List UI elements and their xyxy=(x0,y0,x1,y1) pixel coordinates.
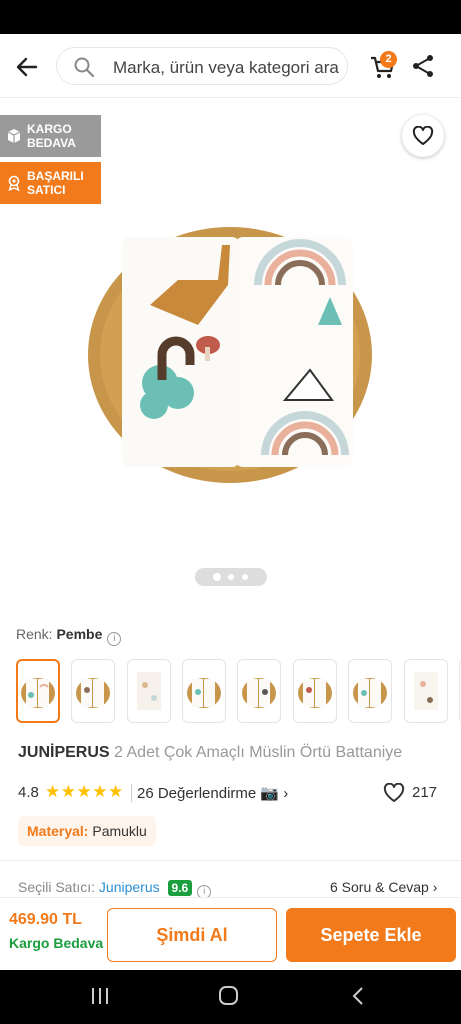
color-thumbnail[interactable] xyxy=(71,659,115,723)
chevron-right-icon: › xyxy=(432,879,438,895)
buy-now-button[interactable]: Şimdi Al xyxy=(107,908,277,962)
qa-label: 6 Soru & Cevap xyxy=(330,879,429,895)
seller-score-badge: 9.6 xyxy=(167,880,193,896)
award-icon xyxy=(8,175,20,191)
search-input[interactable]: Marka, ürün veya kategori ara xyxy=(56,47,348,85)
section-divider xyxy=(0,860,461,861)
color-selector-label: Renk: Pembe i xyxy=(16,626,122,646)
share-icon xyxy=(413,55,433,77)
color-thumbnail[interactable] xyxy=(182,659,226,723)
seller-label: Seçili Satıcı: xyxy=(18,879,96,895)
home-icon[interactable] xyxy=(218,986,240,1006)
color-thumbnails xyxy=(16,658,461,724)
seller-name[interactable]: Juniperus xyxy=(99,879,160,895)
info-icon[interactable]: i xyxy=(107,632,122,646)
reviews-link[interactable]: 26 Değerlendirme 📷 › xyxy=(137,784,288,802)
product-title: JUNİPERUS 2 Adet Çok Amaçlı Müslin Örtü … xyxy=(18,744,402,762)
camera-icon: 📷 xyxy=(260,785,280,802)
pagination-dot xyxy=(228,574,234,580)
color-thumbnail[interactable] xyxy=(293,659,337,723)
seller-info: Seçili Satıcı: Juniperus 9.6 i xyxy=(18,879,212,899)
box-icon xyxy=(7,129,21,143)
rating-divider xyxy=(131,784,132,802)
favorite-count-value: 217 xyxy=(412,784,438,801)
color-value: Pembe xyxy=(56,626,103,642)
back-icon[interactable] xyxy=(348,986,370,1006)
color-label: Renk: xyxy=(16,626,53,642)
system-navigation-bar xyxy=(0,970,461,1024)
reviews-count: 26 Değerlendirme xyxy=(137,785,257,802)
price: 469.90 TL xyxy=(9,911,82,928)
material-value: Pamuklu xyxy=(92,823,147,839)
search-placeholder: Marka, ürün veya kategori ara xyxy=(113,58,339,77)
status-bar xyxy=(0,0,461,34)
material-tag: Materyal: Pamuklu xyxy=(18,816,156,846)
purchase-bar: 469.90 TL Kargo Bedava Şimdi Al Sepete E… xyxy=(0,897,461,970)
product-name: 2 Adet Çok Amaçlı Müslin Örtü Battaniye xyxy=(114,744,403,761)
recent-apps-icon[interactable] xyxy=(89,986,111,1006)
header: Marka, ürün veya kategori ara 2 xyxy=(0,34,461,98)
successful-seller-label: BAŞARILI SATICI xyxy=(27,169,84,197)
heart-icon xyxy=(412,126,434,145)
color-thumbnail[interactable] xyxy=(404,659,448,723)
pagination-dot xyxy=(213,573,221,581)
color-thumbnail[interactable] xyxy=(237,659,281,723)
free-shipping-badge: KARGO BEDAVA xyxy=(0,115,101,157)
product-image[interactable] xyxy=(80,215,380,495)
rating-score: 4.8 xyxy=(18,784,39,801)
cart-count-badge: 2 xyxy=(380,51,397,68)
product-brand[interactable]: JUNİPERUS xyxy=(18,744,110,761)
image-pagination xyxy=(195,568,267,586)
favorite-button[interactable] xyxy=(402,115,444,157)
rating-stars: ★★★★★ xyxy=(45,782,124,801)
add-to-cart-button[interactable]: Sepete Ekle xyxy=(286,908,456,962)
heart-icon xyxy=(383,783,405,802)
color-thumbnail[interactable] xyxy=(127,659,171,723)
successful-seller-badge: BAŞARILI SATICI xyxy=(0,162,101,204)
search-icon xyxy=(74,57,95,78)
color-thumbnail[interactable] xyxy=(16,659,60,723)
chevron-right-icon: › xyxy=(283,785,289,802)
shipping-label: Kargo Bedava xyxy=(9,935,104,951)
back-button[interactable] xyxy=(12,52,42,82)
color-thumbnail[interactable] xyxy=(348,659,392,723)
free-shipping-label: KARGO BEDAVA xyxy=(27,122,76,150)
back-arrow-icon xyxy=(16,57,38,77)
material-label: Materyal: xyxy=(27,823,89,839)
questions-answers-link[interactable]: 6 Soru & Cevap › xyxy=(330,879,437,895)
pagination-dot xyxy=(242,574,248,580)
share-button[interactable] xyxy=(410,53,436,79)
